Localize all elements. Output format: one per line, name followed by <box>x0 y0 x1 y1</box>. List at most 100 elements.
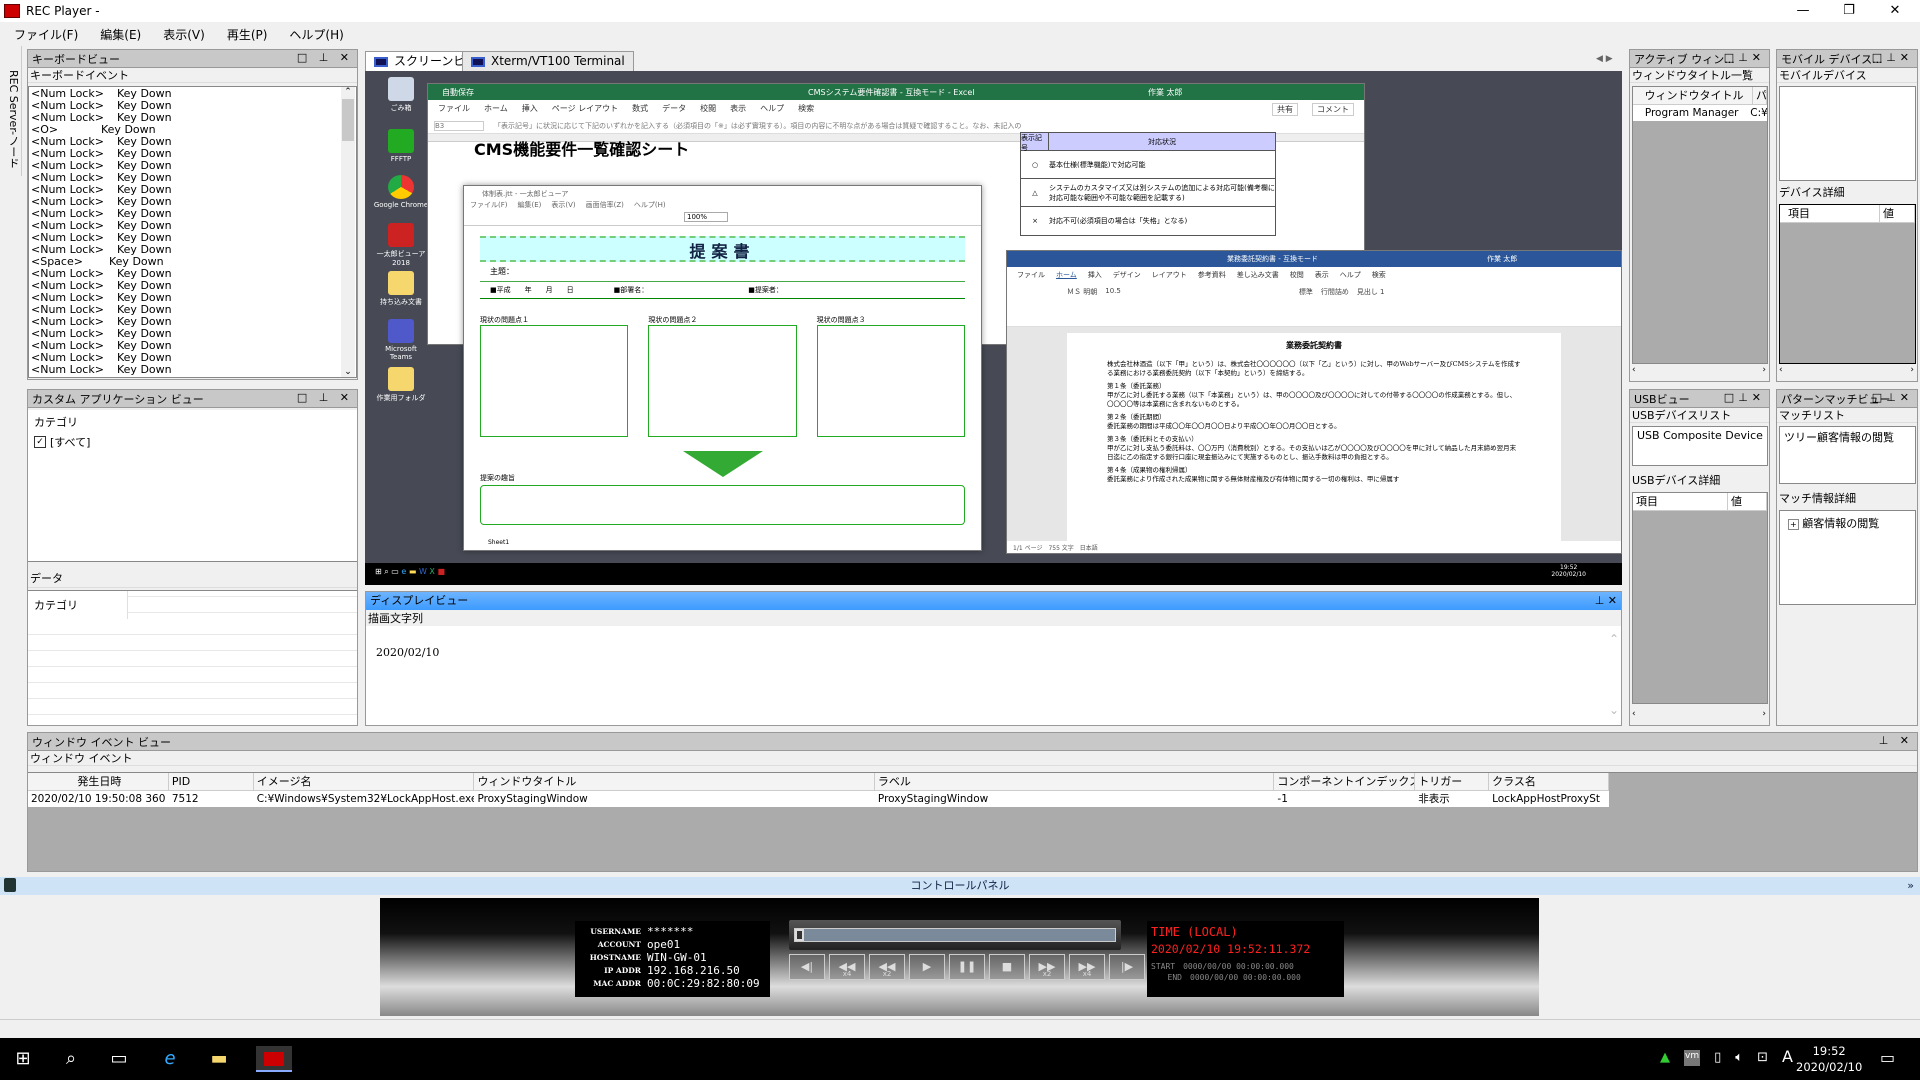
panel-controls[interactable]: ⊥ ✕ <box>1595 592 1617 610</box>
panel-controls[interactable]: ⊥ ✕ <box>1879 734 1913 747</box>
match-detail-tree[interactable]: + 顧客情報の閲覧 <box>1779 510 1916 605</box>
panel-controls[interactable]: □ ⊥ ✕ <box>297 391 353 404</box>
forward-x4-button[interactable]: ▶▶ x4 <box>1069 954 1105 980</box>
ichitaro-toolbar: 100% <box>464 210 981 226</box>
column-header[interactable]: PID <box>169 773 254 790</box>
horizontal-scrollbar[interactable]: ‹ › <box>1779 365 1916 379</box>
menu-file[interactable]: ファイル(F) <box>14 26 78 43</box>
tab-scroll-arrows[interactable]: ◀ ▶ <box>1596 54 1613 64</box>
horizontal-scrollbar[interactable]: ‹ › <box>1632 709 1768 723</box>
window-event-view: ウィンドウ イベント ビュー ⊥ ✕ ウィンドウ イベント 発生日時 PID イメージ… <box>27 732 1918 872</box>
rewind-x2-button[interactable]: ◀◀ x2 <box>869 954 905 980</box>
seek-bar[interactable] <box>794 928 1116 942</box>
rewind-x4-button[interactable]: ◀◀ x4 <box>829 954 865 980</box>
minimize-button[interactable]: — <box>1780 0 1826 22</box>
category-header: カテゴリ <box>34 416 78 429</box>
category-list[interactable]: カテゴリ ✓ [すべて] <box>28 410 357 562</box>
panel-title: カスタム アプリケーション ビュー <box>32 392 204 406</box>
pause-button[interactable]: ❚❚ <box>949 954 985 980</box>
control-panel-header: コントロールパネル » <box>0 877 1920 895</box>
menu-edit[interactable]: 編集(E) <box>100 26 141 43</box>
close-button[interactable]: ✕ <box>1872 0 1918 22</box>
scroll-up-icon[interactable]: ⌃ <box>1609 632 1619 646</box>
horizontal-scrollbar[interactable]: ‹ › <box>1632 365 1768 379</box>
table-row[interactable]: 2020/02/10 19:50:08 360 7512 C:¥Windows¥Sy… <box>28 791 1609 807</box>
scroll-thumb[interactable] <box>342 99 354 141</box>
mobile-device-list[interactable] <box>1779 86 1916 181</box>
time-display: TIME (LOCAL) 2020/02/10 19:52:11.372 STA… <box>1147 921 1344 997</box>
rec-player-taskbar-icon[interactable] <box>256 1046 292 1072</box>
time-label: TIME (LOCAL) <box>1151 925 1238 939</box>
panel-controls[interactable]: □⊥✕ <box>1872 51 1913 64</box>
list-item[interactable]: USB Composite Device <box>1637 429 1763 442</box>
play-button[interactable]: ▶ <box>909 954 945 980</box>
stop-icon: ■ <box>1001 960 1013 973</box>
stop-button[interactable]: ■ <box>989 954 1025 980</box>
drawn-text: 2020/02/10 <box>376 646 440 659</box>
word-document: 業務委託契約書 株式会社林酒造（以下「甲」という）は、株式会社〇〇〇〇〇〇（以下… <box>1067 333 1561 541</box>
step-back-icon: ◀| <box>800 960 814 973</box>
data-table[interactable]: カテゴリ <box>28 590 357 725</box>
all-category-item[interactable]: ✓ [すべて] <box>28 434 357 450</box>
table-row[interactable]: Program Manager C:¥ <box>1633 105 1767 121</box>
collapse-icon[interactable]: » <box>1907 877 1914 895</box>
expand-icon[interactable]: + <box>1788 519 1799 530</box>
menu-view[interactable]: 表示(V) <box>163 26 205 43</box>
list-item[interactable]: ツリー顧客情報の閲覧 <box>1784 429 1911 445</box>
scroll-down-icon[interactable]: ⌄ <box>341 367 355 377</box>
panel-subtitle: ウィンドウ イベント <box>28 751 1917 766</box>
column-header[interactable]: ウィンドウタイトル <box>474 773 875 790</box>
scroll-down-icon[interactable]: ⌄ <box>1609 703 1619 717</box>
clock[interactable]: 19:52 2020/02/10 <box>1796 1043 1862 1075</box>
step-forward-button[interactable]: |▶ <box>1109 954 1145 980</box>
ie-icon[interactable]: e <box>157 1046 183 1072</box>
scroll-up-icon[interactable]: ⌃ <box>341 87 355 97</box>
list-item[interactable]: <Num Lock> Key Down <box>31 364 354 376</box>
tab-label: Xterm/VT100 Terminal <box>491 54 625 68</box>
column-header[interactable]: イメージ名 <box>254 773 475 790</box>
usb-detail-table[interactable]: 項目値 <box>1632 492 1768 704</box>
legend-table: 表示記号 対応状況 ○ 基本仕様(標準機能)で対応可能 △ システムのカスタマイズ又は… <box>1020 132 1276 236</box>
tab-xterm[interactable]: Xterm/VT100 Terminal <box>462 51 634 71</box>
tree-node[interactable]: 顧客情報の閲覧 <box>1802 517 1879 530</box>
window-event-table[interactable]: 発生日時 PID イメージ名 ウィンドウタイトル ラベル コンポーネントインデックス トリガ… <box>28 772 1917 871</box>
status-bar <box>0 1019 1920 1038</box>
window-title-table[interactable]: ウィンドウタイトルパ Program Manager C:¥ <box>1632 86 1768 364</box>
column-header[interactable]: ラベル <box>875 773 1275 790</box>
panel-subtitle: キーボードイベント <box>28 68 357 83</box>
start-icon[interactable]: ⊞ <box>10 1046 36 1072</box>
system-tray[interactable]: ▲ vm ▯ 🔈︎ ⊡ A <box>1660 1047 1793 1066</box>
server-node-tab[interactable]: REC Server-ノード <box>0 46 22 176</box>
ichitaro-window: 体制表.jtt - 一太郎ビューア ファイル(F) 編集(E) 表示(V) 画面倍率(… <box>463 185 982 551</box>
column-header[interactable]: 発生日時 <box>28 773 169 790</box>
detail-label: デバイス詳細 <box>1779 186 1845 199</box>
notification-icon[interactable]: ▭ <box>1880 1048 1895 1067</box>
explorer-icon[interactable]: ▬ <box>206 1046 232 1072</box>
usb-device-list[interactable]: USB Composite Device <box>1632 426 1768 466</box>
list-item[interactable]: <Num Lock> Key Down <box>31 112 354 124</box>
task-view-icon[interactable]: ▭ <box>106 1046 132 1072</box>
keyboard-event-list[interactable]: <Num Lock> Key Down <Num Lock> Key Down <Num… <box>28 86 357 378</box>
panel-controls[interactable]: □⊥✕ <box>1724 51 1765 64</box>
table-cell: C:¥Windows¥System32¥LockAppHost.exe <box>256 793 475 805</box>
panel-controls[interactable]: □⊥✕ <box>1872 391 1913 404</box>
panel-controls[interactable]: □ ⊥ ✕ <box>297 51 353 64</box>
menu-help[interactable]: ヘルプ(H) <box>289 26 343 43</box>
maximize-button[interactable]: ❐ <box>1826 0 1872 22</box>
panel-controls[interactable]: □⊥✕ <box>1724 391 1765 404</box>
film-icon <box>471 56 485 67</box>
seek-thumb[interactable] <box>795 929 804 941</box>
step-back-button[interactable]: ◀| <box>789 954 825 980</box>
scrollbar[interactable]: ⌃ ⌄ <box>341 87 355 377</box>
column-header[interactable]: クラス名 <box>1489 773 1609 790</box>
checkbox-checked-icon[interactable]: ✓ <box>34 436 46 448</box>
screen-view[interactable]: ごみ箱 FFFTP Google Chrome 一太郎ビューア2018 持ち込み… <box>365 71 1622 585</box>
column-header[interactable]: トリガー <box>1415 773 1490 790</box>
device-detail-table[interactable]: 項目値 <box>1779 204 1916 364</box>
search-icon[interactable]: ⌕ <box>58 1046 84 1072</box>
match-list[interactable]: ツリー顧客情報の閲覧 <box>1779 426 1916 484</box>
menu-play[interactable]: 再生(P) <box>227 26 268 43</box>
forward-x2-button[interactable]: ▶▶ x2 <box>1029 954 1065 980</box>
column-header[interactable]: コンポーネントインデックス <box>1274 773 1416 790</box>
end-label: END <box>1167 973 1182 982</box>
